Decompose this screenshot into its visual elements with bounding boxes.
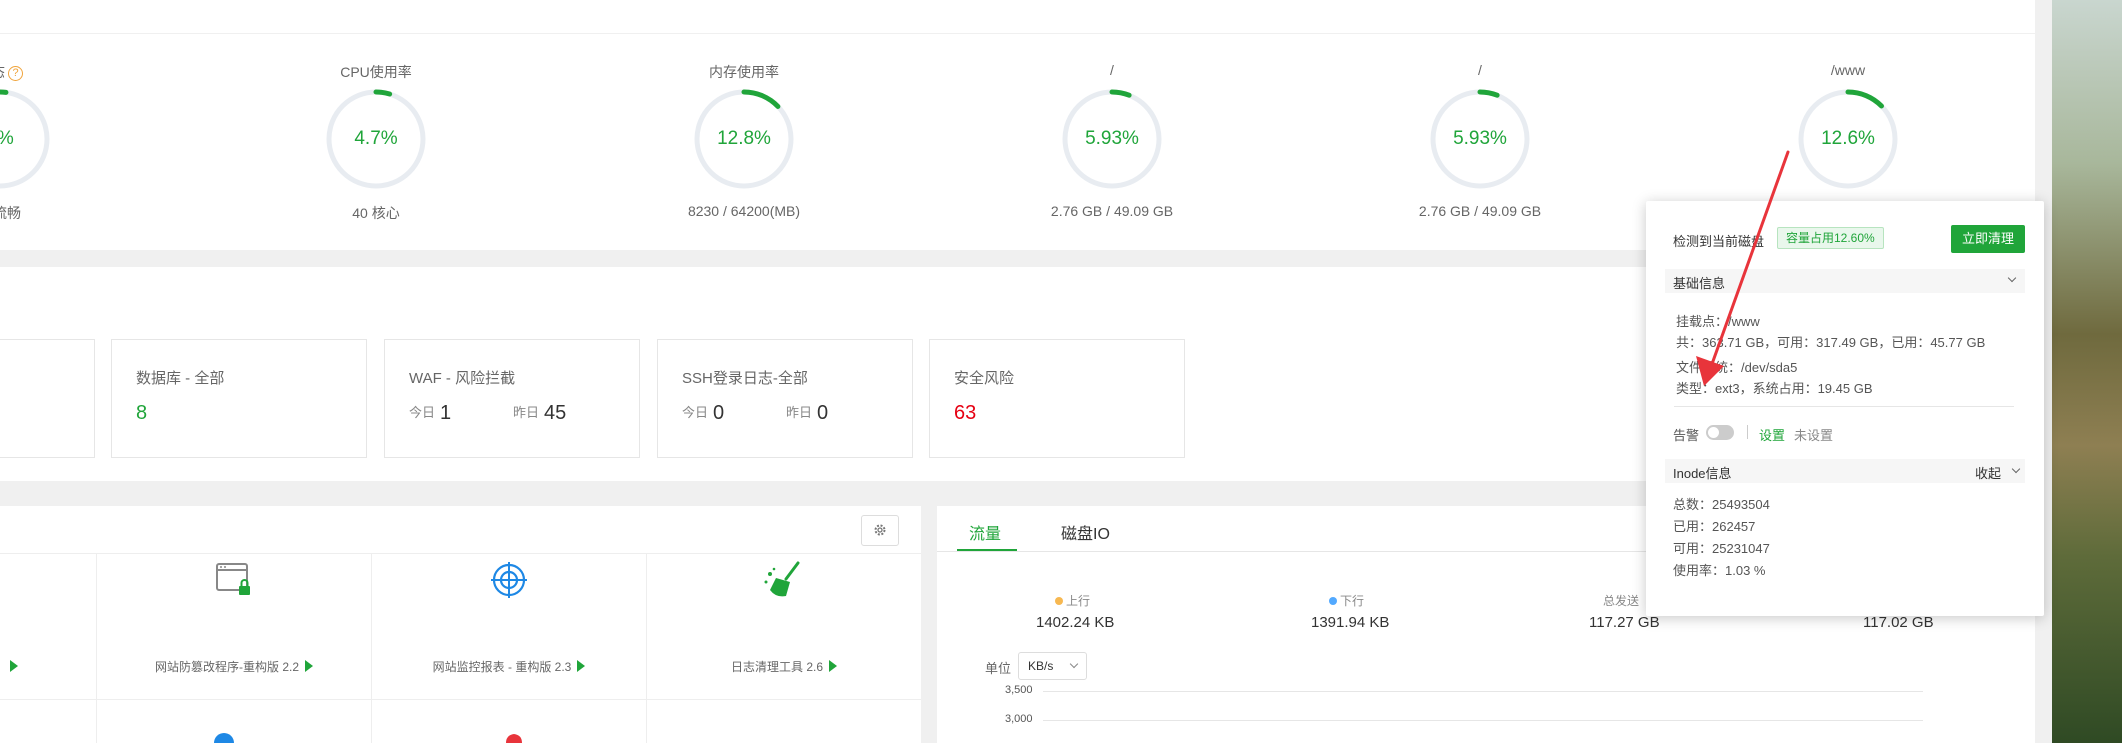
annotation-arrow [1696, 150, 1790, 386]
